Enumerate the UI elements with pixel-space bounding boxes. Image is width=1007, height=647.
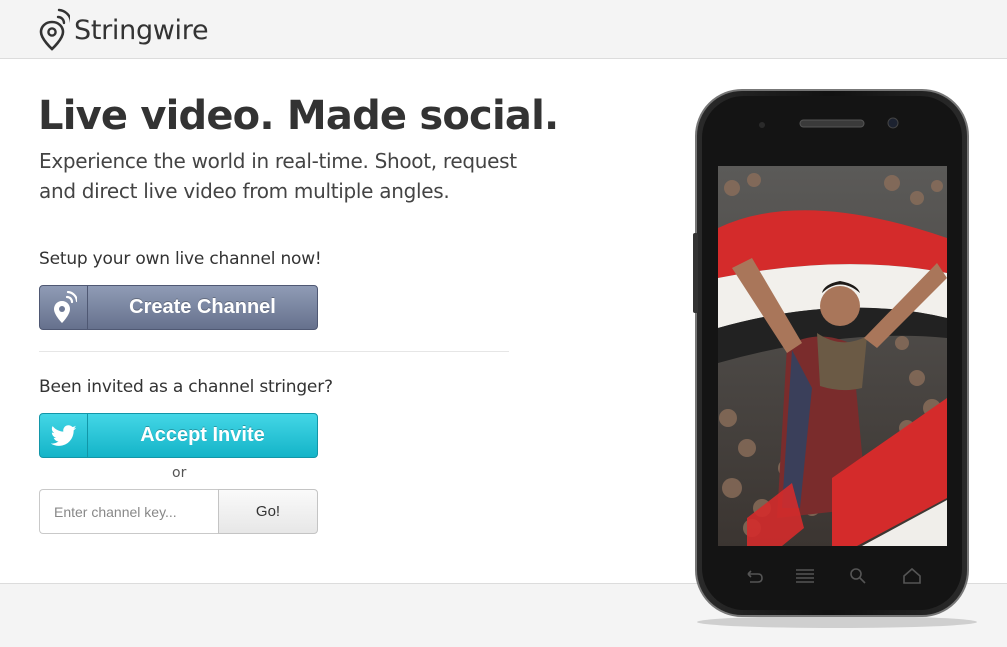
accept-invite-button[interactable]: Accept Invite	[39, 413, 318, 458]
page-subtitle: Experience the world in real-time. Shoot…	[39, 149, 517, 203]
twitter-bird-icon	[40, 414, 88, 457]
top-bar: Stringwire	[0, 0, 1007, 59]
brand-logo[interactable]: Stringwire	[38, 6, 209, 52]
location-pin-signal-icon	[39, 8, 70, 51]
channel-key-input[interactable]	[39, 489, 219, 534]
create-channel-label: Create Channel	[129, 296, 276, 318]
page-title: Live video. Made social.	[38, 93, 559, 139]
phone-mockup-image	[693, 89, 977, 628]
section-divider	[39, 351, 509, 352]
go-button[interactable]: Go!	[218, 489, 318, 534]
create-channel-button[interactable]: Create Channel	[39, 285, 318, 330]
or-separator: or	[172, 465, 187, 481]
accept-invite-label: Accept Invite	[140, 424, 265, 446]
location-pin-signal-icon	[40, 286, 88, 329]
invite-prompt: Been invited as a channel stringer?	[39, 377, 333, 397]
create-channel-prompt: Setup your own live channel now!	[39, 249, 322, 269]
brand-name: Stringwire	[74, 14, 209, 46]
